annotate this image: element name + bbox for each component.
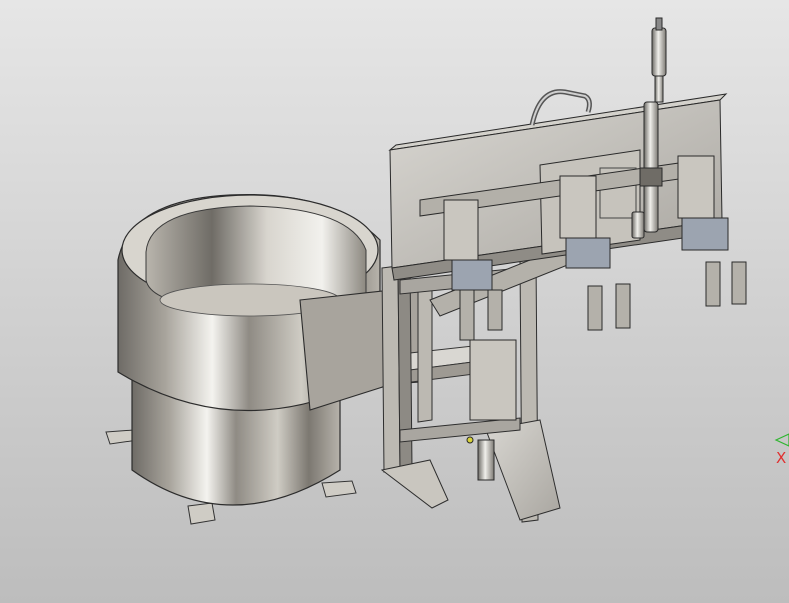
mounting-plate: [388, 93, 728, 281]
bowl-feeder[interactable]: [105, 193, 421, 525]
triad-y-axis: [774, 433, 789, 447]
triad-x-axis-label: X: [776, 449, 787, 467]
cad-3d-viewport[interactable]: X: [0, 0, 789, 603]
gripper-module-3: [677, 155, 747, 307]
cad-model-scene[interactable]: [0, 0, 789, 603]
orientation-triad[interactable]: [774, 433, 789, 447]
